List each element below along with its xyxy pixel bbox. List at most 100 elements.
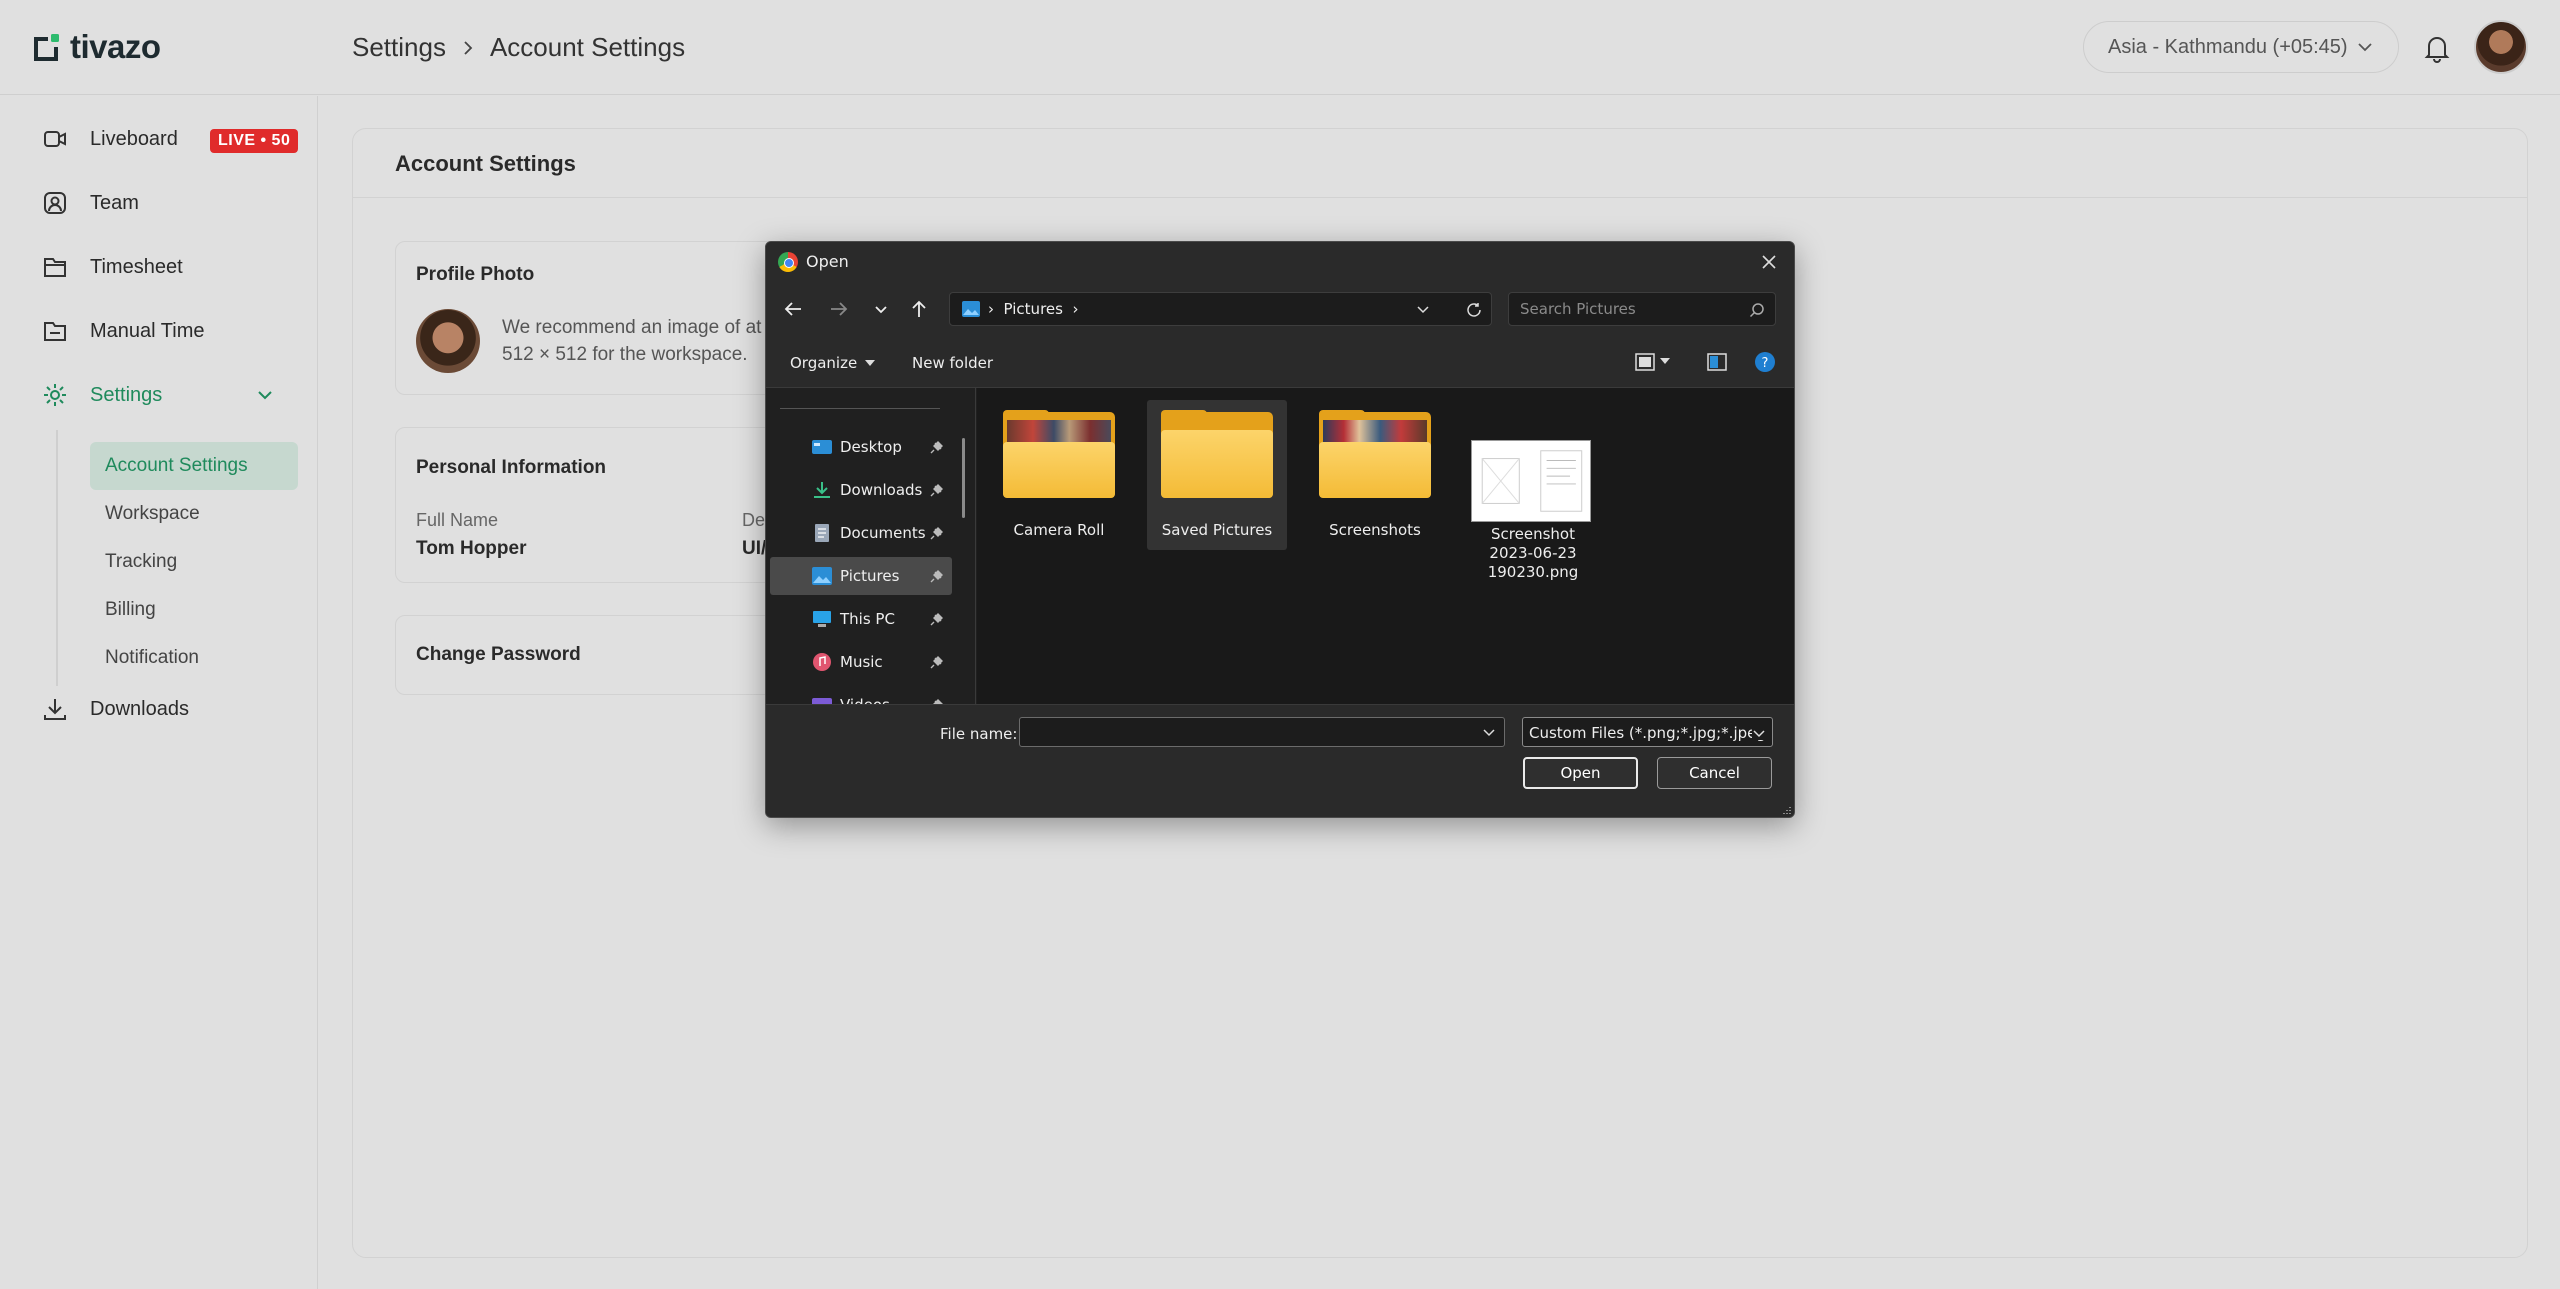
search-input[interactable]: Search Pictures (1508, 292, 1776, 326)
logo[interactable]: tivazo (30, 28, 161, 66)
nav-item-pictures[interactable]: Pictures (770, 557, 952, 595)
sidebar-item-settings[interactable]: Settings (42, 382, 282, 408)
sidebar-item-timesheet[interactable]: Timesheet (42, 254, 183, 280)
address-bar-row: › Pictures › Search Pictures (766, 282, 1794, 338)
music-icon (813, 653, 831, 671)
forward-arrow-icon[interactable] (828, 298, 850, 320)
image-preview-icon (1481, 450, 1583, 512)
live-badge: LIVE • 50 (210, 129, 299, 153)
view-icon[interactable] (1634, 351, 1656, 373)
dialog-titlebar[interactable]: Open (766, 242, 1794, 282)
full-name-value: Tom Hopper (416, 538, 527, 559)
sidebar-item-downloads[interactable]: Downloads (42, 696, 189, 722)
full-name-label: Full Name (416, 510, 499, 530)
sidebar-item-manual-time[interactable]: Manual Time (42, 318, 205, 344)
command-bar: Organize New folder ? (766, 338, 1794, 388)
sidebar-item-label: Timesheet (90, 255, 183, 278)
address-box[interactable]: › Pictures › (949, 292, 1492, 326)
breadcrumb-settings[interactable]: Settings (352, 32, 446, 63)
nav-item-label: Downloads (840, 481, 923, 499)
image-thumbnail (1471, 440, 1591, 522)
profile-avatar[interactable] (416, 309, 480, 373)
designation-label: De (742, 510, 766, 530)
section-title: Change Password (416, 644, 581, 665)
chevron-down-icon[interactable] (1482, 725, 1496, 739)
breadcrumb-account-settings: Account Settings (489, 32, 686, 62)
folder-icon (1319, 410, 1431, 498)
search-icon (1749, 303, 1764, 318)
file-item-screenshot-png[interactable]: Screenshot 2023-06-23 190230.png (1463, 400, 1603, 581)
sub-item-billing[interactable]: Billing (90, 586, 298, 634)
back-arrow-icon[interactable] (782, 298, 804, 320)
nav-item-this-pc[interactable]: This PC (770, 600, 952, 638)
dialog-title: Open (806, 252, 849, 271)
pin-icon[interactable] (930, 569, 944, 583)
preview-pane-icon[interactable] (1706, 351, 1728, 373)
help-icon[interactable]: ? (1754, 351, 1776, 373)
file-name-label: File name: (940, 725, 1018, 743)
user-avatar[interactable] (2474, 20, 2528, 74)
nav-item-label: Desktop (840, 438, 902, 456)
file-name-input[interactable] (1019, 717, 1505, 747)
nav-item-label: Videos (840, 696, 890, 704)
file-item-camera-roll[interactable]: Camera Roll (989, 400, 1129, 550)
sidebar-item-liveboard[interactable]: Liveboard (42, 126, 178, 152)
manual-time-icon (44, 322, 66, 341)
bell-icon[interactable] (2420, 31, 2454, 65)
sub-item-workspace[interactable]: Workspace (90, 490, 298, 538)
file-item-saved-pictures[interactable]: Saved Pictures (1147, 400, 1287, 550)
navigation-pane: Desktop Downloads Documents Pictures Thi… (766, 388, 976, 704)
pin-icon[interactable] (930, 655, 944, 669)
new-folder-button[interactable]: New folder (912, 354, 993, 372)
nav-item-downloads[interactable]: Downloads (770, 471, 952, 509)
recent-locations-icon[interactable] (870, 298, 892, 320)
document-icon (815, 524, 829, 542)
nav-item-desktop[interactable]: Desktop (770, 428, 952, 466)
sub-item-notification[interactable]: Notification (90, 634, 298, 682)
sub-item-tracking[interactable]: Tracking (90, 538, 298, 586)
pin-icon[interactable] (930, 612, 944, 626)
address-folder[interactable]: Pictures (1004, 300, 1063, 318)
sidebar-item-label: Team (90, 191, 139, 214)
pin-icon[interactable] (930, 440, 944, 454)
caret-down-icon[interactable] (1660, 357, 1670, 365)
organize-menu[interactable]: Organize (790, 354, 876, 372)
submenu-line (56, 430, 58, 686)
sidebar-item-team[interactable]: Team (42, 190, 139, 216)
pane-scrollbar[interactable] (962, 438, 965, 518)
pin-icon[interactable] (930, 526, 944, 540)
open-button[interactable]: Open (1523, 757, 1638, 789)
chevron-down-icon[interactable] (256, 386, 274, 404)
nav-item-videos[interactable]: Videos (770, 686, 952, 704)
video-icon (44, 131, 66, 147)
cancel-label: Cancel (1689, 764, 1740, 782)
resize-grip-icon[interactable] (1779, 804, 1791, 816)
sub-item-account-settings[interactable]: Account Settings (90, 442, 298, 490)
file-item-screenshots[interactable]: Screenshots (1305, 400, 1445, 550)
close-icon[interactable] (1758, 251, 1780, 273)
timezone-select[interactable]: Asia - Kathmandu (+05:45) (2083, 21, 2399, 73)
folder-icon (1003, 410, 1115, 498)
chevron-down-icon[interactable] (1415, 301, 1431, 317)
file-label-line: Screenshot (1491, 525, 1575, 543)
nav-item-documents[interactable]: Documents (770, 514, 952, 552)
cancel-button[interactable]: Cancel (1657, 757, 1772, 789)
nav-item-label: Pictures (840, 567, 900, 585)
recommendation-text: We recommend an image of at 512 × 512 fo… (502, 314, 772, 368)
file-label: Camera Roll (1013, 521, 1105, 539)
refresh-icon[interactable] (1465, 301, 1483, 319)
nav-item-music[interactable]: Music (770, 643, 952, 681)
new-folder-label: New folder (912, 354, 994, 372)
chevron-down-icon (1752, 726, 1766, 740)
user-square-icon (44, 192, 66, 214)
recommendation-line: 512 × 512 for the workspace. (502, 344, 748, 365)
file-type-select[interactable]: Custom Files (*.png;*.jpg;*.jpeg (1522, 717, 1773, 747)
breadcrumb: Settings Account Settings (352, 32, 685, 63)
sub-item-label: Notification (105, 647, 199, 668)
page-title: Account Settings (395, 151, 576, 176)
sidebar-item-label: Settings (90, 383, 163, 406)
computer-icon (813, 611, 831, 627)
pin-icon[interactable] (930, 483, 944, 497)
timesheet-icon (44, 258, 66, 277)
up-arrow-icon[interactable] (908, 298, 930, 320)
